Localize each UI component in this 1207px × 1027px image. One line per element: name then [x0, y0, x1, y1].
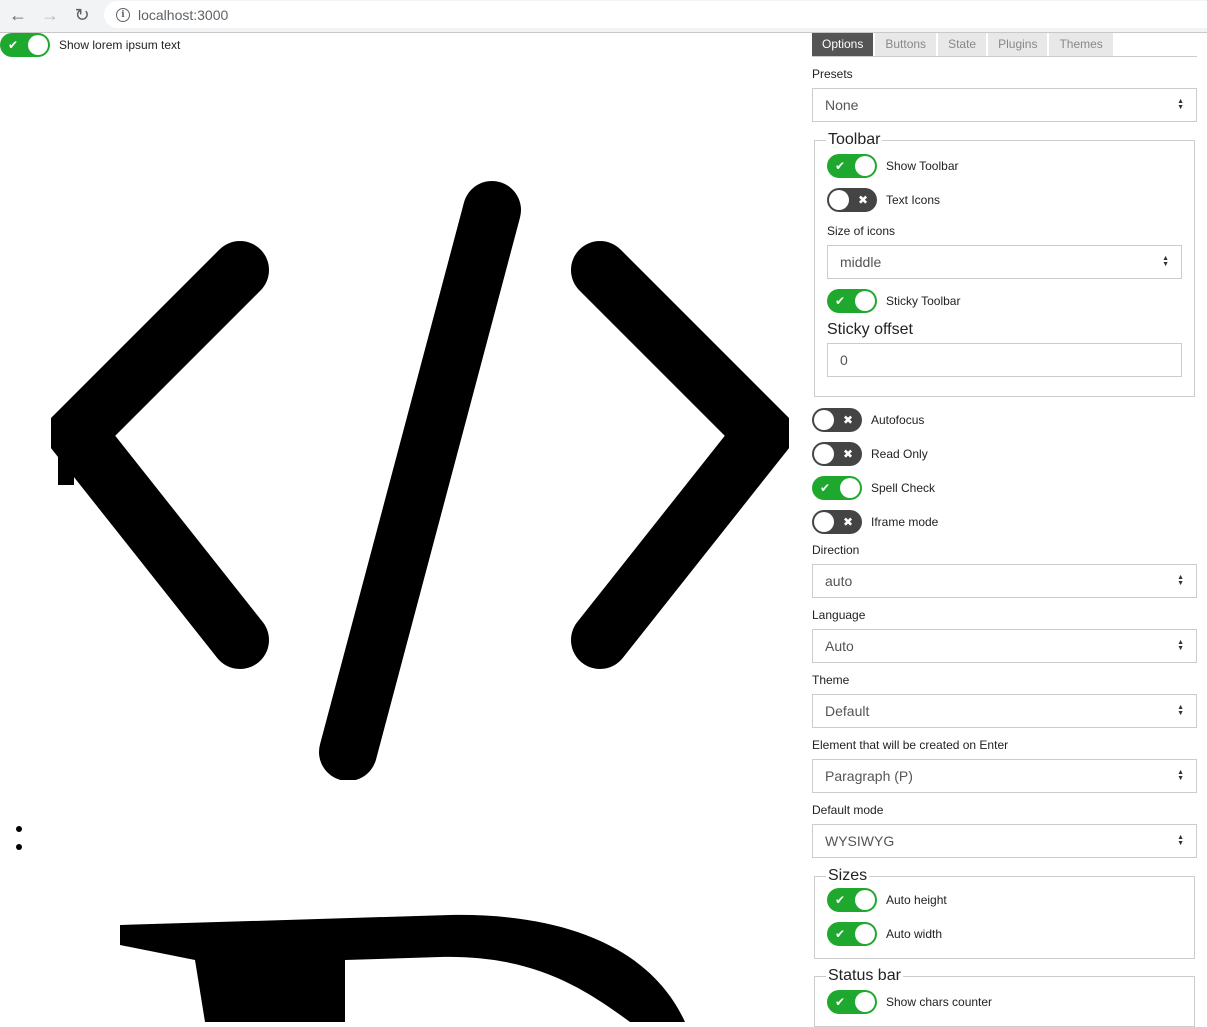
iframe-mode-label: Iframe mode	[871, 515, 939, 529]
paragraph-glyph-icon	[120, 914, 685, 1022]
close-icon: ✖	[842, 447, 854, 461]
sticky-toolbar-toggle[interactable]: ✔	[827, 289, 877, 313]
auto-width-label: Auto width	[886, 927, 943, 941]
read-only-label: Read Only	[871, 447, 928, 461]
select-arrows-icon: ▲ ▼	[1177, 769, 1184, 782]
check-icon: ✔	[7, 38, 19, 52]
auto-height-toggle[interactable]: ✔	[827, 888, 877, 912]
text-icons-toggle[interactable]: ✖	[827, 188, 877, 212]
presets-select[interactable]: None ▲ ▼	[812, 88, 1197, 122]
text-icons-row: ✖ Text Icons	[827, 188, 1182, 212]
check-icon: ✔	[834, 995, 846, 1009]
autofocus-label: Autofocus	[871, 413, 925, 427]
enter-element-label: Element that will be created on Enter	[812, 738, 1009, 752]
sticky-toolbar-row: ✔ Sticky Toolbar	[827, 289, 1182, 313]
browser-toolbar: ← → ↻ i localhost:3000	[0, 0, 1207, 33]
iframe-mode-row: ✖ Iframe mode	[812, 510, 1197, 534]
language-select[interactable]: Auto ▲ ▼	[812, 629, 1197, 663]
check-icon: ✔	[834, 159, 846, 173]
list-item	[16, 844, 22, 850]
select-arrows-icon: ▲ ▼	[1162, 255, 1169, 268]
reload-icon[interactable]: ↻	[70, 4, 94, 26]
toolbar-legend: Toolbar	[828, 131, 881, 148]
text-icons-label: Text Icons	[886, 193, 941, 207]
direction-label: Direction	[812, 543, 860, 557]
enter-element-value: Paragraph (P)	[825, 768, 913, 784]
spell-check-toggle[interactable]: ✔	[812, 476, 862, 500]
size-of-icons-label: Size of icons	[827, 224, 896, 238]
check-icon: ✔	[834, 893, 846, 907]
auto-width-row: ✔ Auto width	[827, 922, 1182, 946]
tab-bar: Options Buttons State Plugins Themes	[812, 33, 1197, 57]
presets-value: None	[825, 97, 859, 113]
show-toolbar-toggle[interactable]: ✔	[827, 154, 877, 178]
select-arrows-icon: ▲ ▼	[1177, 834, 1184, 847]
select-arrows-icon: ▲ ▼	[1177, 639, 1184, 652]
url-text: localhost:3000	[138, 6, 229, 23]
default-mode-label: Default mode	[812, 803, 884, 817]
select-arrows-icon: ▲ ▼	[1177, 574, 1184, 587]
tab-state[interactable]: State	[938, 33, 987, 56]
iframe-mode-toggle[interactable]: ✖	[812, 510, 862, 534]
read-only-row: ✖ Read Only	[812, 442, 1197, 466]
tab-options[interactable]: Options	[812, 33, 874, 56]
info-icon[interactable]: i	[116, 7, 130, 22]
sizes-legend: Sizes	[828, 867, 868, 884]
lorem-toggle-label: Show lorem ipsum text	[59, 38, 181, 52]
check-icon: ✔	[819, 481, 831, 495]
options-panel: Options Buttons State Plugins Themes Pre…	[812, 33, 1197, 1027]
code-icon	[51, 181, 789, 780]
back-icon[interactable]: ←	[6, 4, 30, 26]
show-toolbar-row: ✔ Show Toolbar	[827, 154, 1182, 178]
lorem-toggle[interactable]: ✔	[0, 33, 50, 57]
auto-width-toggle[interactable]: ✔	[827, 922, 877, 946]
spell-check-label: Spell Check	[871, 481, 936, 495]
close-icon: ✖	[842, 515, 854, 529]
select-arrows-icon: ▲ ▼	[1177, 98, 1184, 111]
autofocus-toggle[interactable]: ✖	[812, 408, 862, 432]
read-only-toggle[interactable]: ✖	[812, 442, 862, 466]
tab-plugins[interactable]: Plugins	[988, 33, 1048, 56]
lorem-toggle-row: ✔ Show lorem ipsum text	[0, 33, 180, 57]
sizes-fieldset: Sizes ✔ Auto height ✔ Auto width	[814, 867, 1195, 959]
address-bar[interactable]: i localhost:3000	[104, 1, 1207, 28]
list-item	[16, 826, 22, 832]
tab-themes[interactable]: Themes	[1049, 33, 1113, 56]
theme-select[interactable]: Default ▲ ▼	[812, 694, 1197, 728]
sticky-toolbar-label: Sticky Toolbar	[886, 294, 961, 308]
auto-height-row: ✔ Auto height	[827, 888, 1182, 912]
language-label: Language	[812, 608, 866, 622]
forward-icon[interactable]: →	[38, 4, 62, 26]
autofocus-row: ✖ Autofocus	[812, 408, 1197, 432]
tab-buttons[interactable]: Buttons	[875, 33, 937, 56]
toolbar-fieldset: Toolbar ✔ Show Toolbar ✖ Text Icons Size…	[814, 131, 1195, 397]
direction-value: auto	[825, 573, 853, 589]
direction-select[interactable]: auto ▲ ▼	[812, 564, 1197, 598]
show-chars-counter-label: Show chars counter	[886, 995, 993, 1009]
sticky-offset-input[interactable]: 0	[827, 343, 1182, 377]
check-icon: ✔	[834, 927, 846, 941]
status-bar-legend: Status bar	[828, 967, 901, 984]
show-chars-counter-toggle[interactable]: ✔	[827, 990, 877, 1014]
auto-height-label: Auto height	[886, 893, 947, 907]
select-arrows-icon: ▲ ▼	[1177, 704, 1184, 717]
theme-value: Default	[825, 703, 870, 719]
language-value: Auto	[825, 638, 854, 654]
sticky-offset-label: Sticky offset	[827, 321, 913, 338]
default-mode-select[interactable]: WYSIWYG ▲ ▼	[812, 824, 1197, 858]
check-icon: ✔	[834, 294, 846, 308]
close-icon: ✖	[857, 193, 869, 207]
size-of-icons-select[interactable]: middle ▲ ▼	[827, 245, 1182, 279]
show-toolbar-label: Show Toolbar	[886, 159, 959, 173]
show-chars-counter-row: ✔ Show chars counter	[827, 990, 1182, 1014]
bullet-list	[16, 826, 22, 862]
default-mode-value: WYSIWYG	[825, 833, 895, 849]
spell-check-row: ✔ Spell Check	[812, 476, 1197, 500]
size-of-icons-value: middle	[840, 254, 882, 270]
close-icon: ✖	[842, 413, 854, 427]
theme-label: Theme	[812, 673, 850, 687]
status-bar-fieldset: Status bar ✔ Show chars counter	[814, 967, 1195, 1027]
presets-label: Presets	[812, 67, 853, 81]
enter-element-select[interactable]: Paragraph (P) ▲ ▼	[812, 759, 1197, 793]
